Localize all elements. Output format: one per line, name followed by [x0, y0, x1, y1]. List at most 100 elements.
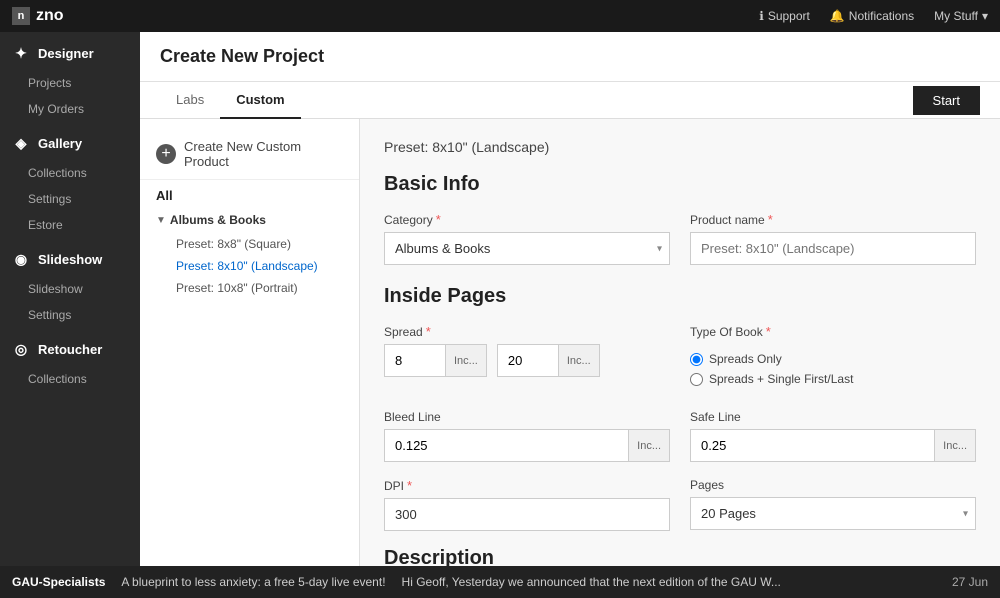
category-label: Category *: [384, 212, 670, 227]
bottom-notification-bar[interactable]: GAU-Specialists A blueprint to less anxi…: [0, 566, 1000, 598]
preset-label: Preset: 8x10" (Landscape): [384, 139, 976, 155]
category-select[interactable]: Albums & Books: [384, 232, 670, 265]
radio-spreads-single[interactable]: Spreads + Single First/Last: [690, 372, 976, 386]
spread-unit-1: Inc...: [445, 345, 486, 376]
sidebar-item-slideshow[interactable]: Slideshow: [0, 276, 140, 302]
spread-input-1: Inc...: [384, 344, 487, 377]
sidebar-section-designer[interactable]: ✦ Designer: [0, 32, 140, 70]
bottom-bar-date: 27 Jun: [952, 575, 988, 589]
chevron-down-icon: ▾: [982, 9, 988, 23]
tab-labs[interactable]: Labs: [160, 82, 220, 119]
category-required: *: [436, 212, 441, 227]
notifications-link[interactable]: 🔔 Notifications: [830, 9, 914, 23]
top-navigation: n zno ℹ Support 🔔 Notifications My Stuff…: [0, 0, 1000, 32]
create-product-label: Create New Custom Product: [184, 139, 343, 169]
spread-unit-2: Inc...: [558, 345, 599, 376]
product-name-required: *: [768, 212, 773, 227]
type-of-book-required: *: [766, 324, 771, 339]
spread-label: Spread *: [384, 324, 670, 339]
plus-icon: +: [156, 144, 176, 164]
sidebar-item-gallery-collections[interactable]: Collections: [0, 160, 140, 186]
category-select-wrap: Albums & Books ▾: [384, 232, 670, 265]
safe-line-unit: Inc...: [934, 430, 975, 461]
app-logo: n zno: [12, 7, 64, 25]
sidebar-item-projects[interactable]: Projects: [0, 70, 140, 96]
sidebar-section-slideshow[interactable]: ◉ Slideshow: [0, 238, 140, 276]
tree-preset-portrait[interactable]: Preset: 10x8" (Portrait): [140, 277, 359, 299]
dpi-group: DPI *: [384, 478, 670, 531]
support-link[interactable]: ℹ Support: [759, 9, 810, 23]
slideshow-icon: ◉: [12, 250, 30, 268]
main-content: Create New Project Labs Custom Start + C…: [140, 32, 1000, 598]
gallery-icon: ◈: [12, 134, 30, 152]
tree-albums-books[interactable]: ▼ Albums & Books: [140, 207, 359, 233]
basic-info-title: Basic Info: [384, 173, 976, 196]
tab-custom[interactable]: Custom: [220, 82, 300, 119]
basic-info-row: Category * Albums & Books ▾ Product n: [384, 212, 976, 265]
pages-group: Pages 20 Pages ▾: [690, 478, 976, 531]
sidebar-retoucher-label: Retoucher: [38, 342, 102, 357]
inside-pages-row: Spread * Inc... Inc...: [384, 324, 976, 394]
sidebar-gallery-label: Gallery: [38, 136, 82, 151]
bell-icon: 🔔: [830, 9, 845, 23]
tree-preset-square[interactable]: Preset: 8x8" (Square): [140, 233, 359, 255]
caret-icon: ▼: [156, 215, 166, 226]
spread-value-1[interactable]: [385, 345, 445, 376]
dpi-label: DPI *: [384, 478, 670, 493]
left-panel: + Create New Custom Product All ▼ Albums…: [140, 119, 360, 598]
safe-line-group: Safe Line Inc...: [690, 410, 976, 462]
pages-select[interactable]: 20 Pages: [690, 497, 976, 530]
bottom-bar-message: A blueprint to less anxiety: a free 5-da…: [121, 575, 385, 589]
sidebar-item-myorders[interactable]: My Orders: [0, 96, 140, 122]
spread-input-2: Inc...: [497, 344, 600, 377]
sidebar-section-retoucher[interactable]: ◎ Retoucher: [0, 328, 140, 366]
mystuff-link[interactable]: My Stuff ▾: [934, 9, 988, 23]
bleed-line-unit: Inc...: [628, 430, 669, 461]
designer-icon: ✦: [12, 44, 30, 62]
bleed-line-input-group: Inc...: [384, 429, 670, 462]
sidebar-slideshow-label: Slideshow: [38, 252, 102, 267]
sidebar-item-estore[interactable]: Estore: [0, 212, 140, 238]
bleed-line-label: Bleed Line: [384, 410, 670, 424]
type-of-book-label: Type Of Book *: [690, 324, 976, 339]
sidebar-item-slideshow-settings[interactable]: Settings: [0, 302, 140, 328]
safe-line-input[interactable]: [691, 430, 934, 461]
radio-spreads-only[interactable]: Spreads Only: [690, 352, 976, 366]
spread-required: *: [426, 324, 431, 339]
page-header: Create New Project: [140, 32, 1000, 82]
sidebar-item-retoucher-collections[interactable]: Collections: [0, 366, 140, 392]
app-name: zno: [36, 7, 64, 25]
sidebar-section-gallery[interactable]: ◈ Gallery: [0, 122, 140, 160]
inside-pages-title: Inside Pages: [384, 285, 976, 308]
bottom-bar-sender: GAU-Specialists: [12, 575, 105, 589]
product-name-group: Product name *: [690, 212, 976, 265]
bottom-bar-preview: Hi Geoff, Yesterday we announced that th…: [402, 575, 781, 589]
category-group: Category * Albums & Books ▾: [384, 212, 670, 265]
spreads-only-label: Spreads Only: [709, 352, 782, 366]
spread-group: Spread * Inc... Inc...: [384, 324, 670, 394]
info-icon: ℹ: [759, 9, 764, 23]
product-name-label: Product name *: [690, 212, 976, 227]
tree-parent-label: Albums & Books: [170, 213, 266, 227]
dpi-pages-row: DPI * Pages 20 Pages ▾: [384, 478, 976, 531]
content-area: + Create New Custom Product All ▼ Albums…: [140, 119, 1000, 598]
start-button[interactable]: Start: [913, 86, 980, 115]
pages-label: Pages: [690, 478, 976, 492]
safe-line-label: Safe Line: [690, 410, 976, 424]
sidebar-item-gallery-settings[interactable]: Settings: [0, 186, 140, 212]
spread-value-2[interactable]: [498, 345, 558, 376]
tree-preset-landscape[interactable]: Preset: 8x10" (Landscape): [140, 255, 359, 277]
tree-all[interactable]: All: [140, 180, 359, 207]
sidebar-designer-label: Designer: [38, 46, 94, 61]
type-of-book-radios: Spreads Only Spreads + Single First/Last: [690, 344, 976, 394]
tabs-bar: Labs Custom Start: [140, 82, 1000, 119]
type-of-book-group: Type Of Book * Spreads Only Spreads + Si…: [690, 324, 976, 394]
dpi-input[interactable]: [384, 498, 670, 531]
safe-line-input-group: Inc...: [690, 429, 976, 462]
bleed-line-input[interactable]: [385, 430, 628, 461]
create-product-button[interactable]: + Create New Custom Product: [140, 129, 359, 180]
sidebar: ✦ Designer Projects My Orders ◈ Gallery …: [0, 32, 140, 598]
bleed-safe-row: Bleed Line Inc... Safe Line Inc...: [384, 410, 976, 462]
product-name-input[interactable]: [690, 232, 976, 265]
top-nav-right: ℹ Support 🔔 Notifications My Stuff ▾: [759, 9, 988, 23]
